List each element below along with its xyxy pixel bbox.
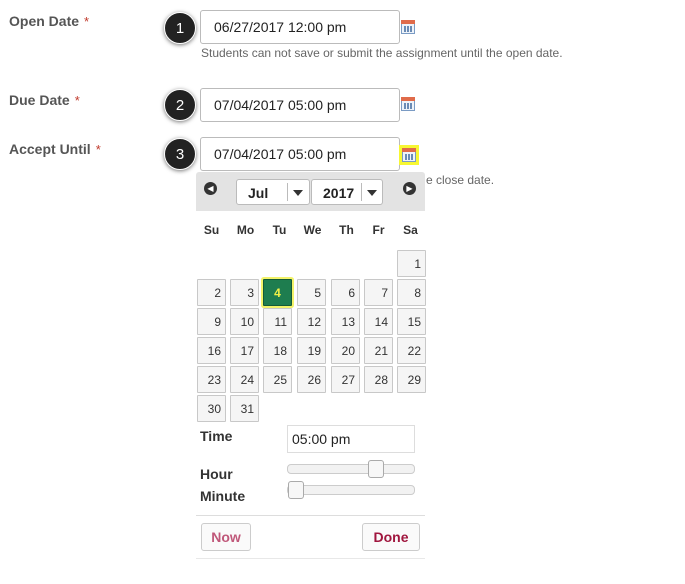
- open-date-label: Open Date *: [9, 13, 90, 29]
- next-month-button[interactable]: ▶: [403, 182, 416, 195]
- due-date-input[interactable]: 07/04/2017 05:00 pm: [200, 88, 400, 122]
- prev-month-button[interactable]: ◀: [204, 182, 217, 195]
- year-select[interactable]: 2017: [311, 179, 383, 205]
- required-mark: *: [74, 93, 80, 108]
- calendar-day[interactable]: 7: [364, 279, 393, 306]
- open-date-hint: Students can not save or submit the assi…: [201, 46, 563, 60]
- due-date-label: Due Date *: [9, 92, 80, 108]
- calendar-day[interactable]: 17: [230, 337, 259, 364]
- divider: [196, 515, 425, 516]
- open-date-input[interactable]: 06/27/2017 12:00 pm: [200, 10, 400, 44]
- calendar-day[interactable]: 10: [230, 308, 259, 335]
- calendar-day[interactable]: 6: [331, 279, 360, 306]
- weekday-header: Mo: [236, 223, 255, 237]
- calendar-day[interactable]: 25: [263, 366, 292, 393]
- calendar-day[interactable]: 21: [364, 337, 393, 364]
- calendar-day[interactable]: 29: [397, 366, 426, 393]
- minute-slider-handle[interactable]: [288, 481, 304, 499]
- required-mark: *: [84, 14, 90, 29]
- calendar-day[interactable]: 5: [297, 279, 326, 306]
- time-label: Time: [200, 428, 233, 444]
- calendar-day[interactable]: 19: [297, 337, 326, 364]
- accept-until-input[interactable]: 07/04/2017 05:00 pm: [200, 137, 400, 171]
- step-badge-1: 1: [164, 12, 196, 44]
- calendar-day[interactable]: 11: [263, 308, 292, 335]
- calendar-day[interactable]: 13: [331, 308, 360, 335]
- calendar-icon[interactable]: [399, 145, 419, 165]
- calendar-day[interactable]: 23: [197, 366, 226, 393]
- weekday-header: Sa: [403, 223, 418, 237]
- chevron-down-icon: [367, 190, 377, 196]
- month-value: Jul: [248, 185, 269, 201]
- done-button[interactable]: Done: [362, 523, 420, 551]
- accept-until-label: Accept Until *: [9, 141, 101, 157]
- minute-label: Minute: [200, 488, 246, 504]
- calendar-icon[interactable]: [400, 19, 416, 35]
- now-button[interactable]: Now: [201, 523, 251, 551]
- calendar-day[interactable]: 1: [397, 250, 426, 277]
- calendar-day[interactable]: 31: [230, 395, 259, 422]
- step-badge-2: 2: [164, 89, 196, 121]
- weekday-header: Th: [339, 223, 354, 237]
- hour-slider[interactable]: [287, 460, 415, 478]
- accept-until-hint: e close date.: [426, 173, 495, 187]
- month-select[interactable]: Jul: [236, 179, 310, 205]
- calendar-day[interactable]: 12: [297, 308, 326, 335]
- chevron-down-icon: [293, 190, 303, 196]
- year-value: 2017: [323, 185, 355, 201]
- weekday-header: Tu: [272, 223, 287, 237]
- time-value-field: 05:00 pm: [287, 425, 415, 453]
- calendar-icon[interactable]: [400, 96, 416, 112]
- calendar-day[interactable]: 15: [397, 308, 426, 335]
- calendar-day[interactable]: 14: [364, 308, 393, 335]
- calendar-day[interactable]: 18: [263, 337, 292, 364]
- calendar-day[interactable]: 9: [197, 308, 226, 335]
- calendar-day[interactable]: 22: [397, 337, 426, 364]
- calendar-day[interactable]: 26: [297, 366, 326, 393]
- divider: [196, 558, 425, 559]
- calendar-day[interactable]: 2: [197, 279, 226, 306]
- datepicker-header: ◀ Jul 2017 ▶: [196, 172, 425, 211]
- hour-slider-handle[interactable]: [368, 460, 384, 478]
- step-badge-3: 3: [164, 138, 196, 170]
- calendar-day[interactable]: 20: [331, 337, 360, 364]
- calendar-day[interactable]: 30: [197, 395, 226, 422]
- calendar-day[interactable]: 27: [331, 366, 360, 393]
- calendar-day[interactable]: 24: [230, 366, 259, 393]
- weekday-header: We: [303, 223, 322, 237]
- hour-label: Hour: [200, 466, 233, 482]
- weekday-header: Fr: [372, 223, 385, 237]
- required-mark: *: [95, 142, 101, 157]
- calendar-day[interactable]: 8: [397, 279, 426, 306]
- calendar-day-selected[interactable]: 4: [263, 279, 292, 306]
- calendar-day[interactable]: 3: [230, 279, 259, 306]
- calendar-day[interactable]: 28: [364, 366, 393, 393]
- weekday-header: Su: [203, 223, 220, 237]
- calendar-day[interactable]: 16: [197, 337, 226, 364]
- minute-slider[interactable]: [287, 481, 415, 499]
